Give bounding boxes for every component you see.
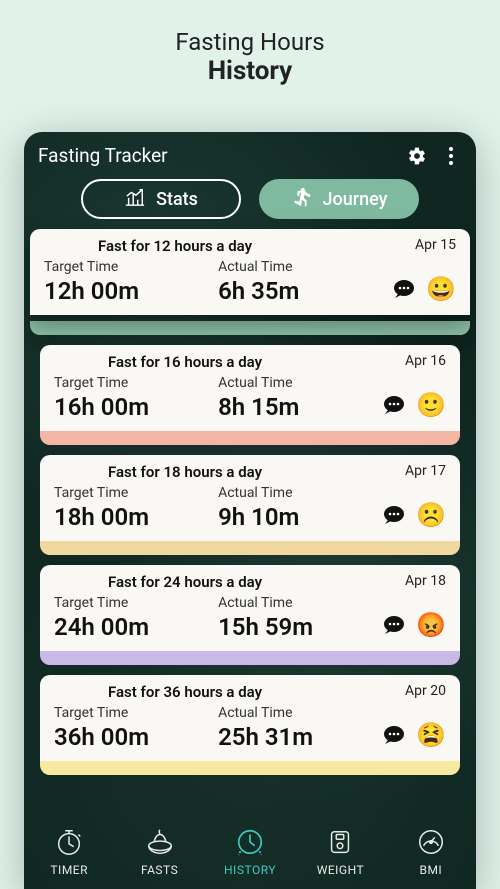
nav-label: FASTS <box>141 863 178 877</box>
history-card[interactable]: Fast for 24 hours a dayApr 18 Target Time… <box>40 565 460 651</box>
target-time: 18h 00m <box>54 503 218 531</box>
actual-time: 8h 15m <box>218 393 382 421</box>
nav-label: WEIGHT <box>317 863 364 877</box>
history-card[interactable]: Fast for 16 hours a dayApr 16 Target Time… <box>40 345 460 431</box>
timer-icon <box>54 827 84 860</box>
card-date: Apr 15 <box>415 237 456 253</box>
actual-label: Actual Time <box>218 595 382 611</box>
nav-item-bmi[interactable]: BMI <box>386 815 476 889</box>
nav-item-timer[interactable]: TIMER <box>24 815 114 889</box>
mood-emoji[interactable]: 😀 <box>426 277 456 301</box>
journey-icon <box>291 186 313 213</box>
promo-line2: History <box>0 56 500 86</box>
bottom-nav: TIMER FASTS HISTORY WEIGHT BMI <box>24 815 476 889</box>
card-date: Apr 16 <box>405 353 446 369</box>
mood-emoji[interactable]: 🙂 <box>416 393 446 417</box>
card-strip <box>40 651 460 665</box>
target-time: 16h 00m <box>54 393 218 421</box>
promo-title: Fasting Hours History <box>0 0 500 92</box>
history-card[interactable]: Fast for 18 hours a dayApr 17 Target Time… <box>40 455 460 541</box>
app-bar: Fasting Tracker <box>24 132 476 173</box>
nav-label: TIMER <box>50 863 88 877</box>
comment-icon[interactable] <box>382 394 408 416</box>
history-card[interactable]: Fast for 36 hours a dayApr 20 Target Time… <box>40 675 460 761</box>
comment-icon[interactable] <box>382 504 408 526</box>
card-heading: Fast for 16 hours a day <box>54 353 446 371</box>
nav-item-fasts[interactable]: FASTS <box>114 815 204 889</box>
card-heading: Fast for 18 hours a day <box>54 463 446 481</box>
card-heading: Fast for 24 hours a day <box>54 573 446 591</box>
card-date: Apr 17 <box>405 463 446 479</box>
comment-icon[interactable] <box>382 724 408 746</box>
journey-tab-label: Journey <box>323 189 388 210</box>
fasts-icon <box>145 827 175 860</box>
actual-time: 6h 35m <box>218 277 392 305</box>
mood-emoji[interactable]: ☹️ <box>416 503 446 527</box>
history-card[interactable]: Fast for 12 hours a dayApr 15 Target Time… <box>30 229 470 315</box>
phone-frame: Fasting Tracker Stats Journey Fast for 1… <box>24 132 476 889</box>
actual-time: 25h 31m <box>218 723 382 751</box>
card-strip <box>40 541 460 555</box>
actual-label: Actual Time <box>218 259 392 275</box>
actual-time: 15h 59m <box>218 613 382 641</box>
card-date: Apr 18 <box>405 573 446 589</box>
more-icon[interactable] <box>440 145 462 167</box>
target-label: Target Time <box>54 705 218 721</box>
actual-label: Actual Time <box>218 485 382 501</box>
target-time: 36h 00m <box>54 723 218 751</box>
target-label: Target Time <box>54 595 218 611</box>
card-strip <box>40 761 460 775</box>
journey-tab[interactable]: Journey <box>259 179 419 219</box>
target-label: Target Time <box>44 259 218 275</box>
mood-emoji[interactable]: 😡 <box>416 613 446 637</box>
stats-tab-label: Stats <box>156 189 198 210</box>
comment-icon[interactable] <box>382 614 408 636</box>
app-title: Fasting Tracker <box>38 144 394 167</box>
comment-icon[interactable] <box>392 278 418 300</box>
card-heading: Fast for 36 hours a day <box>54 683 446 701</box>
actual-time: 9h 10m <box>218 503 382 531</box>
target-time: 12h 00m <box>44 277 218 305</box>
weight-icon <box>325 827 355 860</box>
actual-label: Actual Time <box>218 705 382 721</box>
target-label: Target Time <box>54 375 218 391</box>
target-label: Target Time <box>54 485 218 501</box>
card-strip <box>30 321 470 335</box>
card-heading: Fast for 12 hours a day <box>44 237 456 255</box>
history-icon <box>235 827 265 860</box>
nav-item-weight[interactable]: WEIGHT <box>295 815 385 889</box>
stats-icon <box>124 187 146 212</box>
promo-line1: Fasting Hours <box>0 28 500 56</box>
actual-label: Actual Time <box>218 375 382 391</box>
stats-tab[interactable]: Stats <box>81 179 241 219</box>
card-date: Apr 20 <box>405 683 446 699</box>
bmi-icon <box>416 827 446 860</box>
history-list: Fast for 12 hours a dayApr 15 Target Time… <box>24 229 476 775</box>
card-strip <box>40 431 460 445</box>
target-time: 24h 00m <box>54 613 218 641</box>
mood-emoji[interactable]: 😫 <box>416 723 446 747</box>
nav-item-history[interactable]: HISTORY <box>205 815 295 889</box>
nav-label: BMI <box>419 863 442 877</box>
settings-icon[interactable] <box>406 145 428 167</box>
nav-label: HISTORY <box>224 863 276 877</box>
view-toggle: Stats Journey <box>24 173 476 229</box>
